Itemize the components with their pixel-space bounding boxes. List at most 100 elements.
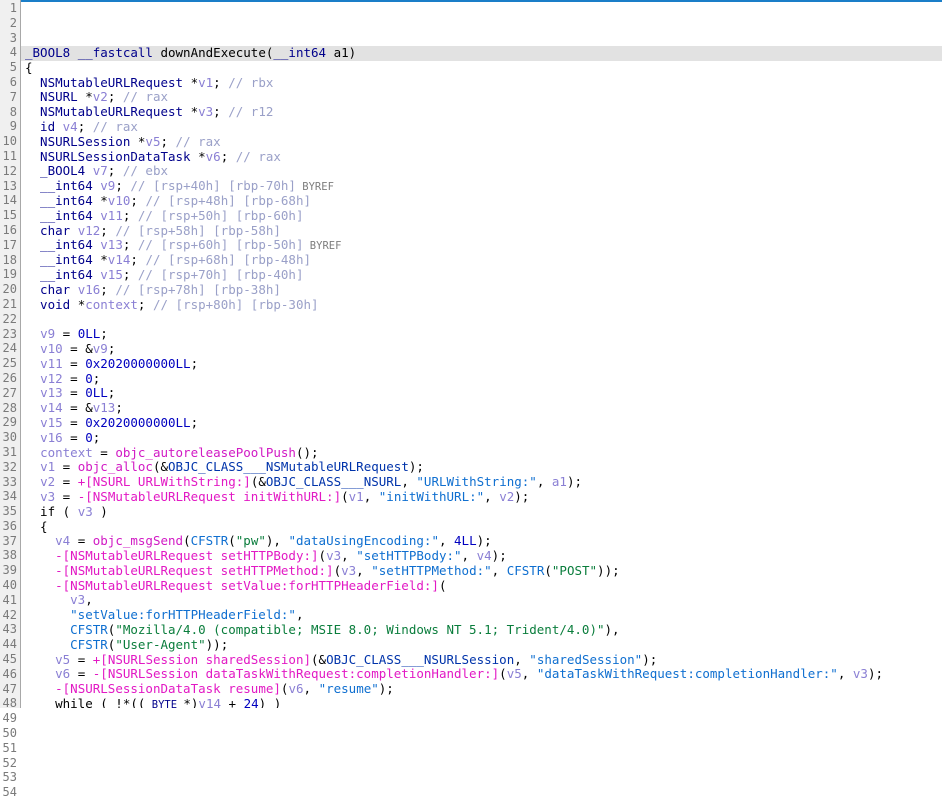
code-line[interactable]: v3, [21,593,942,608]
code-token-var: v11 [100,207,123,223]
code-token-str: "URLWithString:" [416,474,537,490]
code-token-type: NSURL [25,89,86,105]
code-token-punct: ; [213,74,229,90]
code-token-punct: ; [107,385,116,401]
code-token-punct: = [55,474,78,490]
pseudocode-viewer[interactable]: 1 2 3 4 5 6 7 8 9 10 11 12 13 14 15 16 17 18 19 20 21 22 23 24 2… [0,0,942,799]
code-line[interactable]: char v16; // [rsp+78h] [rbp-38h] [21,282,942,298]
code-token-punct: ) [92,503,108,519]
code-line[interactable]: v16 = 0; [21,430,942,446]
code-token-sel: ] [243,474,251,490]
code-line[interactable]: v4 = objc_msgSend(CFSTR("pw"), "dataUsin… [21,533,942,549]
code-line[interactable]: "setValue:forHTTPHeaderField:", [21,607,942,623]
code-token-var: v3 [852,666,868,682]
code-line[interactable]: -[NSMutableURLRequest setHTTPMethod:](v3… [21,562,942,579]
code-line[interactable]: -[NSURLSessionDataTask resume](v6, "resu… [21,681,942,697]
line-number: 16 [2,222,17,237]
code-line[interactable]: -[NSMutableURLRequest setHTTPBody:](v3, … [21,548,942,564]
code-line[interactable]: CFSTR("Mozilla/4.0 (compatible; MSIE 8.0… [21,622,942,638]
code-line[interactable]: char v12; // [rsp+58h] [rbp-58h] [21,222,942,239]
code-line[interactable]: v2 = +[NSURL URLWithString:](&OBJC_CLASS… [21,474,942,490]
code-token-punct: if ( [25,503,78,519]
code-token-sel: +[ [92,651,108,667]
line-number: 52 [2,755,17,770]
code-line[interactable]: v9 = 0LL; [21,326,942,342]
code-line[interactable]: v6 = -[NSURLSession dataTaskWithRequest:… [21,667,942,682]
code-token-punct: , [85,592,93,608]
line-number-gutter[interactable]: 1 2 3 4 5 6 7 8 9 10 11 12 13 14 15 16 17 18 19 20 21 22 23 24 2… [0,0,21,799]
code-token-punct: , [363,488,379,504]
code-token-punct: = [62,385,86,401]
code-line[interactable]: _BOOL4 v7; // ebx [21,163,942,179]
code-line[interactable]: v5 = +[NSURLSession sharedSession](&OBJC… [21,651,942,668]
code-token-type: NSURLSession [25,133,138,149]
code-line[interactable]: { [21,519,942,535]
code-token-punct [25,474,40,489]
code-line[interactable]: v12 = 0; [21,371,942,387]
code-line[interactable]: while ( !*((_BYTE *)v14 + 24) ) [21,696,942,708]
code-token-gstr: "Mozilla/4.0 (compatible; MSIE 8.0; Wind… [115,622,605,638]
code-line[interactable]: __int64 v15; // [rsp+70h] [rbp-40h] [21,267,942,283]
code-token-var: v3 [326,548,342,564]
line-number: 10 [2,134,17,149]
code-line[interactable]: __int64 v11; // [rsp+50h] [rbp-60h] [21,207,942,224]
code-line[interactable]: void *context; // [rsp+80h] [rbp-30h] [21,297,942,313]
code-token-punct [25,385,40,400]
code-token-cmt: // rax [92,118,138,134]
code-line[interactable]: __int64 *v14; // [rsp+68h] [rbp-48h] [21,252,942,268]
code-token-punct: = [55,488,78,504]
code-line[interactable]: v14 = &v13; [21,400,942,416]
code-line[interactable]: v15 = 0x2020000000LL; [21,414,942,431]
line-number: 39 [2,563,17,578]
code-token-punct: * [85,89,93,105]
code-line[interactable]: v13 = 0LL; [21,385,942,401]
code-token-str: "setValue:forHTTPHeaderField:" [70,607,296,623]
code-token-str: CFSTR [70,636,108,652]
code-line[interactable]: __int64 v9; // [rsp+40h] [rbp-70h] BYREF [21,178,942,194]
code-token-punct: = & [62,400,93,416]
line-number: 9 [9,119,17,134]
code-token-punct: * [100,192,108,208]
code-line[interactable]: NSURL *v2; // rax [21,89,942,105]
code-token-punct: ( [438,577,447,593]
code-line[interactable]: NSMutableURLRequest *v3; // r12 [21,104,942,120]
line-number: 15 [2,208,17,223]
code-token-var: v1 [40,459,56,475]
code-token-punct: , [341,548,357,564]
code-line[interactable]: v11 = 0x2020000000LL; [21,356,942,372]
code-token-num: 4LL [454,533,477,549]
code-token-punct: ); [476,533,492,549]
code-token-punct: ; [100,222,116,238]
code-line[interactable]: id v4; // rax [21,118,942,135]
code-line[interactable]: NSMutableURLRequest *v1; // rbx [21,74,942,91]
code-token-punct: = [62,414,86,430]
line-number: 34 [2,489,17,504]
code-line[interactable]: v1 = objc_alloc(&OBJC_CLASS___NSMutableU… [21,459,942,475]
line-number: 1 [9,1,17,15]
code-token-sel: -[ [77,488,93,504]
code-line[interactable]: v3 = -[NSMutableURLRequest initWithURL:]… [21,488,942,505]
code-token-cmt: // r12 [228,104,274,120]
line-number: 6 [9,74,17,89]
line-number: 13 [2,178,17,193]
code-token-punct: ) ) [258,696,282,708]
code-token-punct: * [100,252,108,268]
code-line[interactable]: __int64 v13; // [rsp+60h] [rbp-50h] BYRE… [21,237,942,253]
code-line[interactable] [21,312,942,327]
code-token-punct: ); [491,548,507,564]
code-line[interactable]: __int64 *v10; // [rsp+48h] [rbp-68h] [21,192,942,209]
code-line[interactable]: _BOOL8 __fastcall downAndExecute(__int64… [21,45,942,61]
code-line[interactable]: -[NSMutableURLRequest setValue:forHTTPHe… [21,577,942,594]
code-area[interactable]: _BOOL8 __fastcall downAndExecute(__int64… [21,0,942,708]
code-token-cmt: // [rsp+68h] [rbp-48h] [145,252,312,268]
code-line[interactable]: NSURLSessionDataTask *v6; // rax [21,148,942,165]
code-line[interactable]: { [21,60,942,76]
code-line[interactable]: NSURLSession *v5; // rax [21,133,942,150]
code-line[interactable]: CFSTR("User-Agent")); [21,636,942,653]
code-line[interactable]: v10 = &v9; [21,341,942,357]
code-line[interactable]: if ( v3 ) [21,503,942,520]
code-line[interactable]: context = objc_autoreleasePoolPush(); [21,445,942,461]
code-token-str: CFSTR [506,562,545,578]
code-token-punct: ; [220,148,236,164]
code-token-var: v6 [288,681,304,697]
